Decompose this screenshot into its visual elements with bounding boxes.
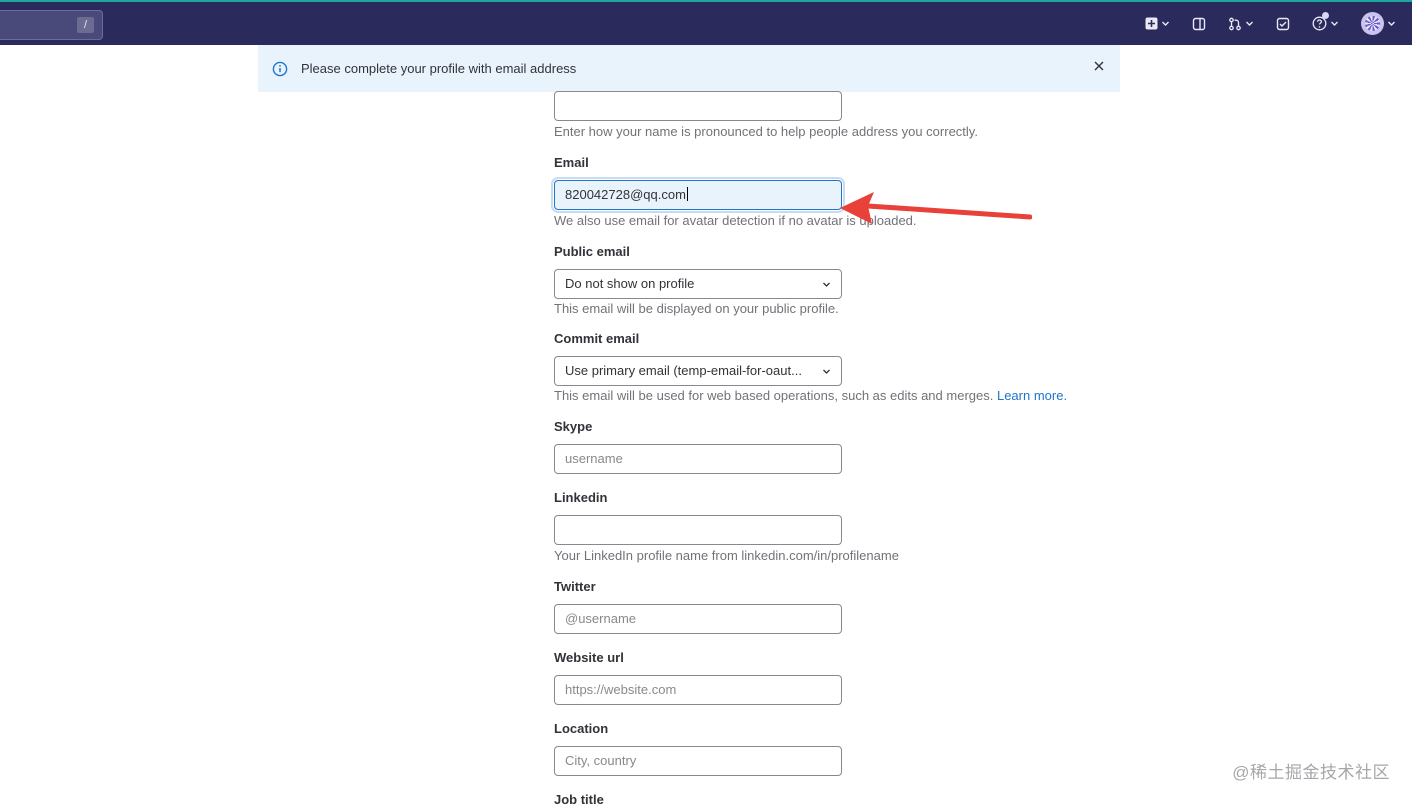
skype-placeholder: username [565,451,623,466]
email-label: Email [554,155,589,170]
chevron-down-icon [822,367,831,376]
email-field[interactable]: 820042728@qq.com [554,180,842,210]
pronunciation-input[interactable] [554,91,842,121]
commit-email-help-text: This email will be used for web based op… [554,388,993,403]
public-email-label: Public email [554,244,630,259]
commit-email-label: Commit email [554,331,639,346]
issues-button[interactable] [1192,17,1206,31]
learn-more-link[interactable]: Learn more. [997,388,1067,403]
location-input[interactable]: City, country [554,746,842,776]
chevron-down-icon [1330,19,1339,28]
sidebar-icon [1192,17,1206,31]
todo-icon [1276,17,1290,31]
nav-actions [1145,2,1412,45]
avatar [1361,12,1384,35]
merge-request-icon [1228,17,1242,31]
annotation-arrow-icon [836,188,1032,230]
info-icon [272,61,288,77]
commit-email-help: This email will be used for web based op… [554,388,1067,403]
skype-label: Skype [554,419,592,434]
help-button[interactable] [1312,16,1339,31]
twitter-input[interactable]: @username [554,604,842,634]
linkedin-label: Linkedin [554,490,607,505]
email-value: 820042728@qq.com [565,187,686,202]
chevron-down-icon [822,280,831,289]
chevron-down-icon [1387,19,1396,28]
commit-email-selected: Use primary email (temp-email-for-oaut..… [565,363,802,378]
linkedin-input[interactable] [554,515,842,545]
chevron-down-icon [1161,19,1170,28]
twitter-placeholder: @username [565,611,636,626]
public-email-help: This email will be displayed on your pub… [554,301,839,316]
search-shortcut-key: / [77,17,94,33]
plus-square-icon [1145,17,1158,30]
location-placeholder: City, country [565,753,636,768]
pronunciation-help: Enter how your name is pronounced to hel… [554,124,978,139]
search-box[interactable]: / [0,10,103,40]
create-new-button[interactable] [1145,17,1170,30]
public-email-selected: Do not show on profile [565,276,694,291]
profile-alert: Please complete your profile with email … [258,45,1120,92]
close-icon[interactable] [1093,60,1105,72]
merge-requests-button[interactable] [1228,17,1254,31]
location-label: Location [554,721,608,736]
user-menu-button[interactable] [1361,12,1396,35]
notification-dot [1322,12,1329,19]
twitter-label: Twitter [554,579,596,594]
website-label: Website url [554,650,624,665]
commit-email-select[interactable]: Use primary email (temp-email-for-oaut..… [554,356,842,386]
todos-button[interactable] [1276,17,1290,31]
website-input[interactable]: https://website.com [554,675,842,705]
watermark: @稀土掘金技术社区 [1232,758,1390,783]
chevron-down-icon [1245,19,1254,28]
public-email-select[interactable]: Do not show on profile [554,269,842,299]
website-placeholder: https://website.com [565,682,676,697]
text-caret [687,187,688,201]
linkedin-help: Your LinkedIn profile name from linkedin… [554,548,899,563]
skype-input[interactable]: username [554,444,842,474]
top-navbar: / [0,0,1412,45]
alert-message: Please complete your profile with email … [301,61,576,76]
